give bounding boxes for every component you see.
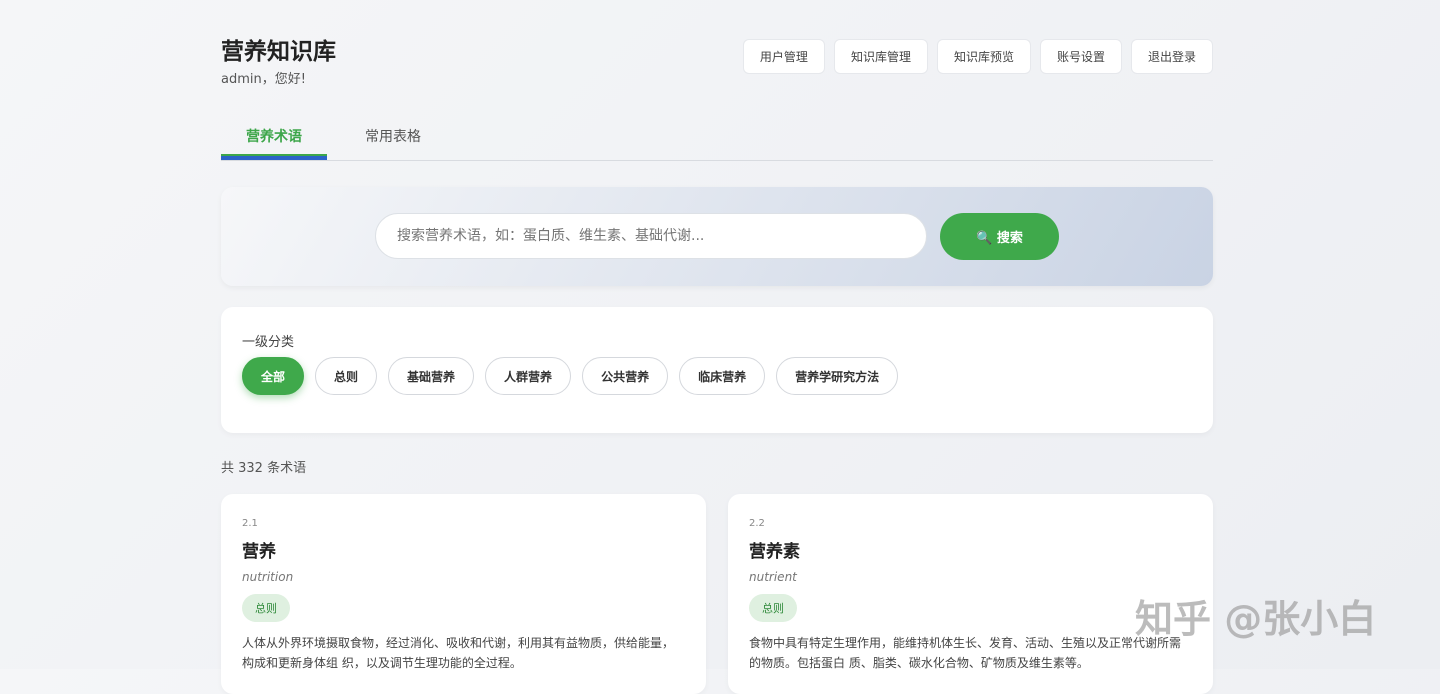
kb-management-button[interactable]: 知识库管理: [833, 39, 928, 74]
search-panel: 🔍 搜索: [221, 187, 1213, 286]
category-badge: 总则: [749, 594, 797, 622]
account-settings-button[interactable]: 账号设置: [1039, 39, 1122, 74]
chip-research[interactable]: 营养学研究方法: [776, 357, 899, 395]
tab-tables[interactable]: 常用表格: [327, 118, 459, 160]
watermark: 知乎 @张小白: [1135, 597, 1377, 641]
term-name: 营养: [242, 542, 276, 562]
term-description: 食物中具有特定生理作用，能维持机体生长、发育、活动、生殖以及正常代谢所需的物质。…: [749, 636, 1182, 670]
chip-basic[interactable]: 基础营养: [388, 357, 475, 395]
search-button[interactable]: 🔍 搜索: [940, 213, 1059, 260]
term-english: nutrition: [242, 570, 294, 584]
chip-all[interactable]: 全部: [242, 357, 305, 395]
term-description: 人体从外界环境摄取食物，经过消化、吸收和代谢，利用其有益物质，供给能量，构成和更…: [242, 636, 675, 670]
kb-preview-button[interactable]: 知识库预览: [936, 39, 1031, 74]
logout-button[interactable]: 退出登录: [1130, 39, 1213, 74]
search-input[interactable]: [375, 213, 927, 259]
search-button-label: 搜索: [996, 231, 1023, 246]
result-count: 共 332 条术语: [221, 461, 307, 476]
category-badge: 总则: [242, 594, 290, 622]
term-english: nutrient: [749, 570, 797, 584]
search-icon: 🔍: [976, 231, 993, 246]
chip-population[interactable]: 人群营养: [485, 357, 572, 395]
chip-general[interactable]: 总则: [315, 357, 378, 395]
chip-public[interactable]: 公共营养: [582, 357, 669, 395]
tab-terms[interactable]: 营养术语: [221, 118, 327, 160]
chip-clinical[interactable]: 临床营养: [679, 357, 766, 395]
category-filter: 一级分类 全部 总则 基础营养 人群营养 公共营养 临床营养 营养学研究方法: [221, 307, 1213, 433]
tabs: 营养术语 常用表格: [221, 118, 1213, 161]
page-title: 营养知识库: [221, 39, 336, 65]
term-name: 营养素: [749, 542, 800, 562]
term-card[interactable]: 2.1 营养 nutrition 总则 人体从外界环境摄取食物，经过消化、吸收和…: [221, 494, 706, 694]
greeting: admin，您好!: [221, 72, 306, 87]
filter-label: 一级分类: [242, 335, 295, 350]
top-nav: 用户管理 知识库管理 知识库预览 账号设置 退出登录: [742, 39, 1213, 74]
user-management-button[interactable]: 用户管理: [742, 39, 825, 74]
term-number: 2.1: [242, 518, 258, 529]
term-number: 2.2: [749, 518, 765, 529]
